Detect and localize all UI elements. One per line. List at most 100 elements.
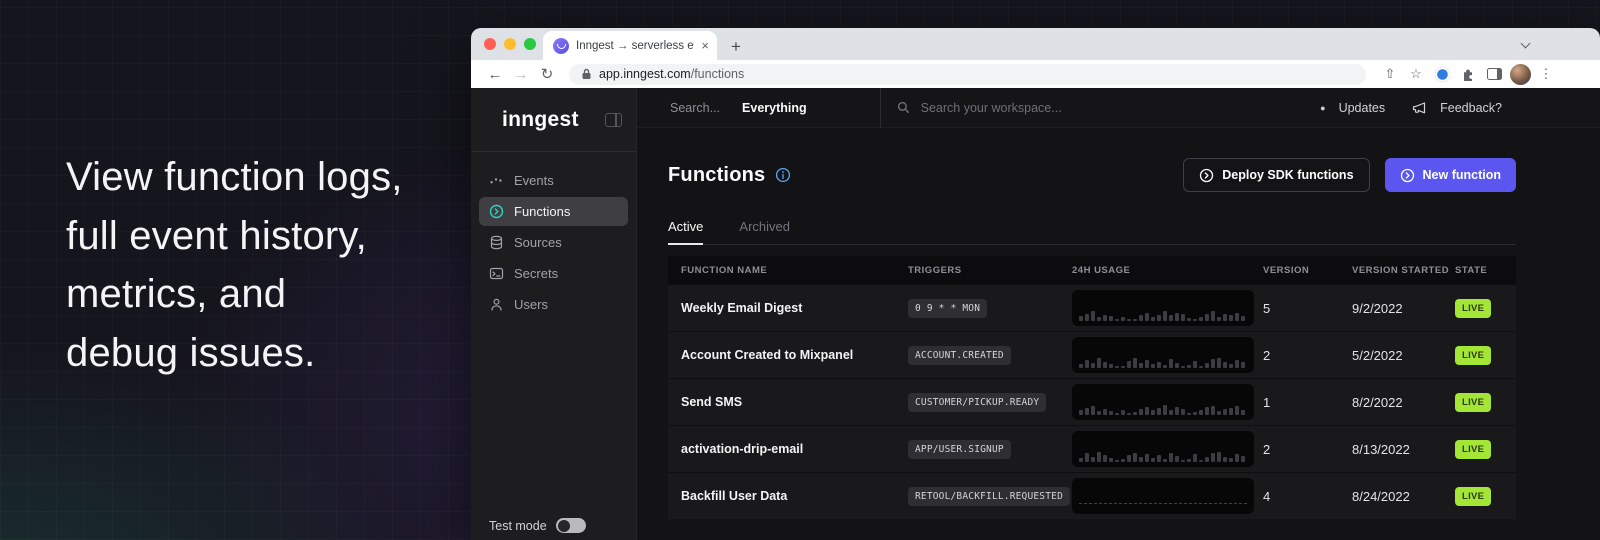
hero-line: full event history, — [66, 207, 403, 266]
share-icon[interactable]: ⇧ — [1378, 63, 1402, 85]
function-name: Send SMS — [668, 395, 908, 409]
browser-toolbar: ← → ↻ app.inngest.com/functions ⇧ ☆ ⋮ — [471, 60, 1600, 88]
minimize-window-button[interactable] — [504, 38, 516, 50]
function-name: Backfill User Data — [668, 489, 908, 503]
forward-button[interactable]: → — [509, 66, 533, 83]
browser-tab-strip: Inngest → serverless event-dri × + — [471, 28, 1600, 60]
new-function-button[interactable]: New function — [1385, 158, 1516, 192]
updates-link[interactable]: Updates — [1339, 101, 1386, 115]
tab-close-icon[interactable]: × — [701, 39, 709, 52]
app-top-bar: Search... Everything Search your workspa… — [637, 88, 1600, 128]
hero-line: metrics, and — [66, 265, 403, 324]
inngest-app: inngest Events Fu — [471, 88, 1600, 540]
onepassword-extension-icon[interactable] — [1430, 63, 1454, 85]
browser-menu-kebab-icon[interactable]: ⋮ — [1534, 63, 1558, 85]
table-row[interactable]: activation-drip-email APP/USER.SIGNUP 2 … — [668, 425, 1516, 472]
tab-search-chevron-icon[interactable] — [1521, 39, 1530, 48]
tab-active[interactable]: Active — [668, 219, 703, 245]
url-path: /functions — [691, 67, 745, 81]
deploy-sdk-functions-button[interactable]: Deploy SDK functions — [1183, 158, 1369, 192]
hero-line: View function logs, — [66, 148, 403, 207]
function-name: Account Created to Mixpanel — [668, 348, 908, 362]
sidebar-item-secrets[interactable]: Secrets — [479, 259, 628, 288]
sidebar-item-functions[interactable]: Functions — [479, 197, 628, 226]
title-actions: Deploy SDK functions New function — [1183, 158, 1516, 192]
version-value: 2 — [1263, 348, 1352, 363]
back-button[interactable]: ← — [483, 66, 507, 83]
search-scope-everything[interactable]: Everything — [742, 101, 807, 115]
side-panel-icon[interactable] — [1482, 63, 1506, 85]
version-started-date: 9/2/2022 — [1352, 301, 1455, 316]
sidebar-nav: Events Functions Sou — [471, 152, 636, 319]
browser-tab[interactable]: Inngest → serverless event-dri × — [543, 31, 717, 60]
status-badge: LIVE — [1455, 440, 1491, 459]
events-icon — [489, 173, 504, 188]
status-badge: LIVE — [1455, 393, 1491, 412]
usage-sparkline — [1072, 384, 1254, 420]
sidebar-item-label: Sources — [514, 235, 562, 250]
usage-sparkline — [1072, 431, 1254, 467]
test-mode-toggle[interactable] — [556, 518, 586, 533]
version-value: 2 — [1263, 442, 1352, 457]
page-title-row: Functions Deploy SDK functions New — [668, 158, 1516, 192]
functions-page: Functions Deploy SDK functions New — [637, 128, 1600, 540]
new-tab-button[interactable]: + — [731, 38, 741, 55]
deploy-icon — [1199, 168, 1214, 183]
secrets-terminal-icon — [489, 266, 504, 281]
trigger-badge: 0 9 * * MON — [908, 299, 987, 318]
functions-icon — [489, 204, 504, 219]
sidebar-item-sources[interactable]: Sources — [479, 228, 628, 257]
version-started-date: 8/2/2022 — [1352, 395, 1455, 410]
usage-sparkline — [1072, 290, 1254, 326]
usage-sparkline — [1072, 478, 1254, 514]
collapse-sidebar-icon[interactable] — [605, 113, 622, 127]
users-person-icon — [489, 297, 504, 312]
function-name: activation-drip-email — [668, 442, 908, 456]
version-value: 1 — [1263, 395, 1352, 410]
status-badge: LIVE — [1455, 346, 1491, 365]
extensions-puzzle-icon[interactable] — [1456, 63, 1480, 85]
sidebar-item-label: Functions — [514, 204, 570, 219]
column-header: VERSION STARTED — [1352, 265, 1455, 276]
lock-icon — [581, 68, 592, 80]
zoom-window-button[interactable] — [524, 38, 536, 50]
inngest-favicon-icon — [553, 38, 569, 54]
usage-sparkline — [1072, 337, 1254, 373]
version-value: 4 — [1263, 489, 1352, 504]
browser-window: Inngest → serverless event-dri × + ← → ↻… — [471, 28, 1600, 540]
search-icon — [897, 101, 910, 114]
workspace-search-input[interactable]: Search your workspace... — [921, 101, 1062, 115]
table-row[interactable]: Weekly Email Digest 0 9 * * MON 5 9/2/20… — [668, 284, 1516, 331]
topbar-divider — [880, 88, 881, 128]
column-header: FUNCTION NAME — [668, 265, 908, 276]
info-icon[interactable] — [775, 167, 791, 183]
close-window-button[interactable] — [484, 38, 496, 50]
inngest-logo[interactable]: inngest — [502, 108, 579, 132]
tab-archived[interactable]: Archived — [739, 219, 790, 244]
trigger-badge: CUSTOMER/PICKUP.READY — [908, 393, 1046, 412]
trigger-badge: ACCOUNT.CREATED — [908, 346, 1011, 365]
sidebar-item-events[interactable]: Events — [479, 166, 628, 195]
search-label[interactable]: Search... — [670, 101, 720, 115]
topbar-right-group: ● Updates Feedback? — [1320, 101, 1502, 115]
hero-line: debug issues. — [66, 324, 403, 383]
table-row[interactable]: Account Created to Mixpanel ACCOUNT.CREA… — [668, 331, 1516, 378]
new-function-button-label: New function — [1423, 168, 1501, 182]
profile-avatar[interactable] — [1508, 63, 1532, 85]
sidebar-item-users[interactable]: Users — [479, 290, 628, 319]
bookmark-star-icon[interactable]: ☆ — [1404, 63, 1428, 85]
reload-button[interactable]: ↻ — [535, 65, 559, 83]
table-row[interactable]: Send SMS CUSTOMER/PICKUP.READY 1 8/2/202… — [668, 378, 1516, 425]
column-header: 24H USAGE — [1072, 265, 1263, 276]
address-bar[interactable]: app.inngest.com/functions — [569, 64, 1366, 85]
functions-table: FUNCTION NAME TRIGGERS 24H USAGE VERSION… — [668, 256, 1516, 519]
page-title: Functions — [668, 164, 765, 187]
table-row[interactable]: Backfill User Data RETOOL/BACKFILL.REQUE… — [668, 472, 1516, 519]
url-text: app.inngest.com/functions — [599, 67, 744, 81]
deploy-button-label: Deploy SDK functions — [1222, 168, 1353, 182]
functions-tabs: Active Archived — [668, 219, 1516, 245]
url-host: app.inngest.com — [599, 67, 691, 81]
feedback-megaphone-icon — [1412, 101, 1427, 115]
version-started-date: 5/2/2022 — [1352, 348, 1455, 363]
feedback-link[interactable]: Feedback? — [1440, 101, 1502, 115]
